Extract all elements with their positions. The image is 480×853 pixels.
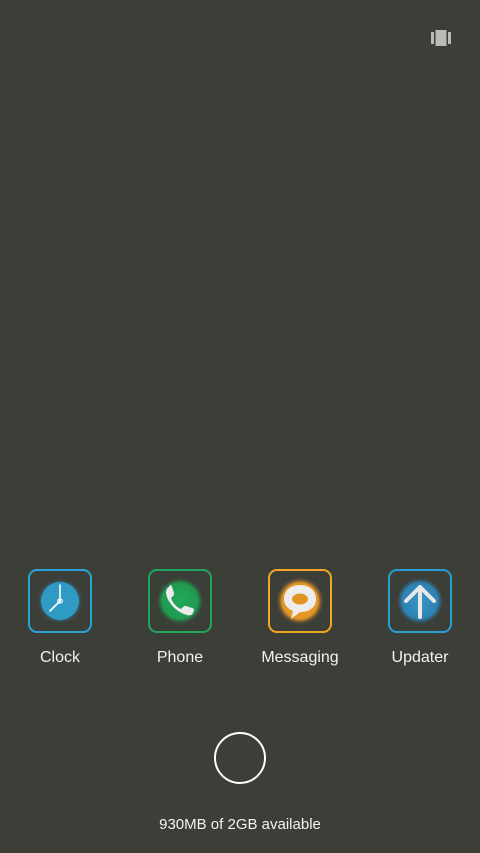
messaging-app-icon[interactable] [268, 569, 332, 633]
app-row: Clock Phone Messaging Updater [0, 569, 480, 679]
home-circle-button[interactable] [214, 732, 266, 784]
updater-app-icon[interactable] [388, 569, 452, 633]
app-clock[interactable]: Clock [0, 569, 120, 679]
recent-apps-button[interactable] [428, 28, 454, 48]
app-messaging[interactable]: Messaging [240, 569, 360, 679]
app-label-updater: Updater [391, 649, 449, 666]
recents-screen: Clock Phone Messaging Updater 930MB of 2… [0, 0, 480, 853]
recent-apps-icon [431, 30, 451, 46]
app-label-messaging: Messaging [261, 649, 339, 666]
app-label-clock: Clock [39, 649, 80, 666]
memory-status: 930MB of 2GB available [159, 816, 321, 833]
arrow-up-icon [396, 577, 444, 625]
message-icon [276, 577, 324, 625]
app-phone[interactable]: Phone [120, 569, 240, 679]
clock-icon [37, 578, 83, 624]
clock-app-icon[interactable] [28, 569, 92, 633]
app-updater[interactable]: Updater [360, 569, 480, 679]
phone-icon [156, 577, 204, 625]
phone-app-icon[interactable] [148, 569, 212, 633]
app-label-phone: Phone [156, 649, 204, 666]
